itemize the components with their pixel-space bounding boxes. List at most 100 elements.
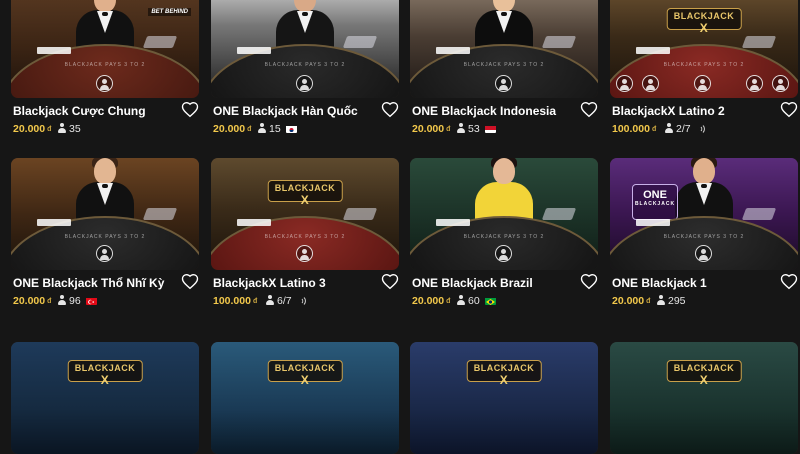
user-icon: [664, 123, 673, 133]
heart-outline-icon[interactable]: [381, 101, 399, 119]
player-count-value: 15: [269, 123, 281, 135]
game-meta: 20.000 đ 53: [410, 122, 598, 138]
game-card[interactable]: BLACKJACK X: [211, 342, 399, 454]
user-icon: [265, 295, 274, 305]
currency-symbol: đ: [651, 126, 657, 133]
heart-outline-icon[interactable]: [181, 101, 199, 119]
seat-icon[interactable]: [296, 75, 313, 92]
game-thumbnail[interactable]: BLACKJACK X: [211, 342, 399, 454]
game-title-row: BlackjackX Latino 2: [610, 100, 798, 122]
limits-placard: [237, 219, 271, 226]
game-title[interactable]: BlackjackX Latino 3: [213, 276, 326, 290]
seat-icon[interactable]: [495, 245, 512, 262]
limits-placard: [37, 219, 71, 226]
game-thumbnail[interactable]: BLACKJACK PAYS 3 TO 2: [11, 158, 199, 270]
game-title[interactable]: ONE Blackjack Hàn Quốc: [213, 104, 358, 118]
game-card[interactable]: BLACKJACK X BLACKJACK PAYS 3 TO 2 Blackjack…: [610, 0, 798, 138]
game-card[interactable]: BET BEHIND BLACKJACK PAYS 3 TO 2 Blackjack…: [11, 0, 199, 138]
currency-symbol: đ: [446, 298, 451, 305]
seat-icon[interactable]: [96, 75, 113, 92]
seat-icon[interactable]: [695, 245, 712, 262]
card-shoe: [741, 208, 777, 220]
dealer-head: [493, 158, 515, 184]
blackjackx-logo: BLACKJACK X: [666, 360, 742, 387]
currency-symbol: đ: [646, 298, 651, 305]
game-thumbnail[interactable]: BLACKJACK PAYS 3 TO 2: [410, 0, 598, 98]
dealer-tie: [102, 12, 108, 16]
game-thumbnail[interactable]: BLACKJACK X BLACKJACK PAYS 3 TO 2: [211, 158, 399, 270]
currency-symbol: đ: [47, 298, 52, 305]
game-title-row: ONE Blackjack Brazil: [410, 272, 598, 294]
currency-symbol: đ: [247, 126, 252, 133]
game-grid: BET BEHIND BLACKJACK PAYS 3 TO 2 Blackjack…: [0, 0, 800, 454]
dealer-tie: [701, 184, 707, 188]
sound-icon: [700, 124, 706, 134]
user-icon: [57, 123, 66, 133]
game-thumbnail[interactable]: BLACKJACK X: [410, 342, 598, 454]
card-shoe: [142, 36, 178, 48]
game-card[interactable]: BLACKJACK PAYS 3 TO 2 ONE Blackjack Hàn Q…: [211, 0, 399, 138]
heart-outline-icon[interactable]: [580, 273, 598, 291]
seat-icon[interactable]: [96, 245, 113, 262]
heart-outline-icon[interactable]: [780, 273, 798, 291]
game-card[interactable]: ONE BLACKJACK BLACKJACK PAYS 3 TO 2 ONE Bla…: [610, 158, 798, 310]
game-title[interactable]: Blackjack Cược Chung: [13, 104, 146, 118]
game-thumbnail[interactable]: BLACKJACK X: [610, 342, 798, 454]
game-thumbnail[interactable]: BLACKJACK X BLACKJACK PAYS 3 TO 2: [610, 0, 798, 98]
player-count-value: 35: [69, 123, 81, 135]
seat-icon[interactable]: [296, 245, 313, 262]
dealer-head: [693, 158, 715, 184]
game-meta: 20.000 đ 35: [11, 122, 199, 138]
card-shoe: [342, 208, 378, 220]
game-thumbnail[interactable]: BET BEHIND BLACKJACK PAYS 3 TO 2: [11, 0, 199, 98]
one-logo-subtitle: BLACKJACK: [634, 201, 676, 207]
seat-icon[interactable]: [694, 75, 711, 92]
table-pays-text: BLACKJACK PAYS 3 TO 2: [663, 234, 745, 240]
game-title[interactable]: ONE Blackjack Thổ Nhĩ Kỳ: [13, 276, 164, 290]
game-thumbnail[interactable]: BLACKJACK X: [11, 342, 199, 454]
game-card[interactable]: BLACKJACK X: [11, 342, 199, 454]
heart-outline-icon[interactable]: [580, 101, 598, 119]
player-count-value: 53: [468, 123, 480, 135]
heart-outline-icon[interactable]: [181, 273, 199, 291]
game-card[interactable]: BLACKJACK X: [610, 342, 798, 454]
currency-symbol: đ: [47, 126, 52, 133]
min-bet: 20.000 đ: [412, 123, 451, 135]
min-bet: 20.000 đ: [13, 123, 52, 135]
seat-icon[interactable]: [772, 75, 789, 92]
seat-icon[interactable]: [616, 75, 633, 92]
blackjackx-logo-x: X: [699, 373, 709, 387]
player-count-value: 60: [468, 295, 480, 307]
game-thumbnail[interactable]: BLACKJACK PAYS 3 TO 2: [211, 0, 399, 98]
seat-icon[interactable]: [495, 75, 512, 92]
game-title[interactable]: ONE Blackjack Brazil: [412, 276, 533, 290]
player-count-value: 2/7: [676, 123, 691, 135]
heart-outline-icon[interactable]: [381, 273, 399, 291]
game-thumbnail[interactable]: ONE BLACKJACK BLACKJACK PAYS 3 TO 2: [610, 158, 798, 270]
game-title[interactable]: ONE Blackjack 1: [612, 276, 707, 290]
seat-icon[interactable]: [642, 75, 659, 92]
card-shoe: [741, 36, 777, 48]
game-card[interactable]: BLACKJACK PAYS 3 TO 2 ONE Blackjack Thổ N…: [11, 158, 199, 310]
game-card[interactable]: BLACKJACK X: [410, 342, 598, 454]
player-count: 6/7: [265, 295, 292, 307]
id-flag-icon: [485, 125, 497, 133]
table-pays-text: BLACKJACK PAYS 3 TO 2: [64, 62, 146, 68]
game-thumbnail[interactable]: BLACKJACK PAYS 3 TO 2: [410, 158, 598, 270]
min-bet: 100.000 đ: [612, 123, 657, 135]
seat-icon[interactable]: [746, 75, 763, 92]
dealer-tie: [501, 12, 507, 16]
player-count: 96: [57, 295, 81, 307]
card-shoe: [142, 208, 178, 220]
heart-outline-icon[interactable]: [780, 101, 798, 119]
game-card[interactable]: BLACKJACK PAYS 3 TO 2 ONE Blackjack Indon…: [410, 0, 598, 138]
game-title[interactable]: ONE Blackjack Indonesia: [412, 104, 556, 118]
br-flag-icon: [485, 297, 497, 305]
game-card[interactable]: BLACKJACK PAYS 3 TO 2 ONE Blackjack Brazi…: [410, 158, 598, 310]
game-meta: 100.000 đ 6/7: [211, 294, 399, 310]
game-card[interactable]: BLACKJACK X BLACKJACK PAYS 3 TO 2 Blackjack…: [211, 158, 399, 310]
card-shoe: [342, 36, 378, 48]
game-title[interactable]: BlackjackX Latino 2: [612, 104, 725, 118]
table-pays-text: BLACKJACK PAYS 3 TO 2: [463, 234, 545, 240]
blackjackx-logo-x: X: [499, 373, 509, 387]
